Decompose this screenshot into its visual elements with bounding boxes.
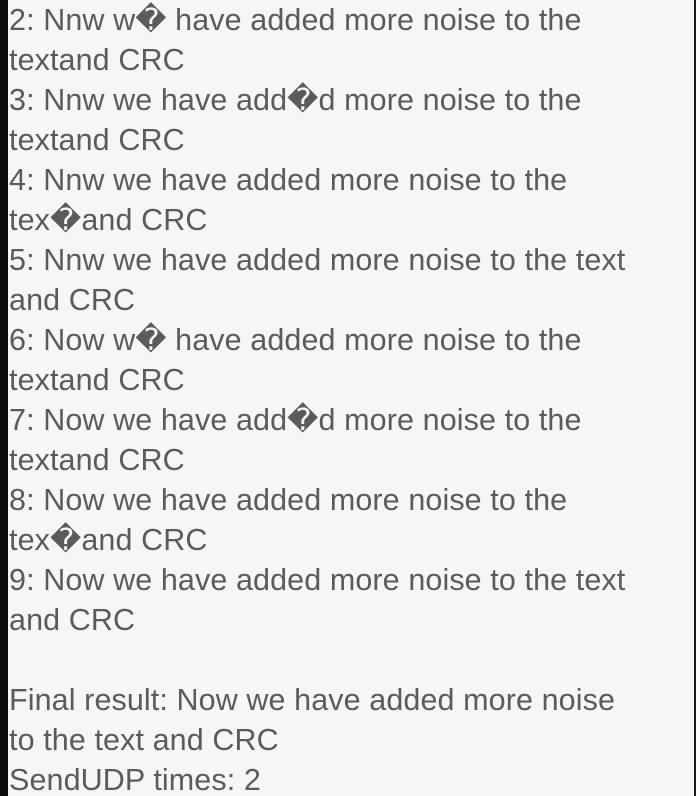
final-result-line: Final result: Now we have added more noi…: [9, 683, 616, 717]
log-line: 4: Nnw we have added more noise to the: [9, 163, 568, 197]
log-line: 3: Nnw we have add�d more noise to the: [9, 83, 582, 117]
log-line: tex�and CRC: [9, 203, 208, 237]
app-screen: 2: Nnw w� have added more noise to the t…: [0, 0, 696, 796]
log-line: 5: Nnw we have added more noise to the t…: [9, 243, 626, 277]
log-line: 8: Now we have added more noise to the: [9, 483, 568, 517]
log-line: textand CRC: [9, 123, 185, 157]
log-line: 6: Now w� have added more noise to the: [9, 323, 582, 357]
log-line: 7: Now we have add�d more noise to the: [9, 403, 582, 437]
screen-left-border: [0, 0, 8, 796]
send-udp-times: SendUDP times: 2: [9, 763, 261, 796]
output-log: 2: Nnw w� have added more noise to the t…: [9, 0, 693, 796]
log-line: tex�and CRC: [9, 523, 208, 557]
log-line: and CRC: [9, 283, 136, 317]
log-line: textand CRC: [9, 443, 185, 477]
log-line: textand CRC: [9, 363, 185, 397]
log-blank-line: [9, 640, 693, 680]
log-line: textand CRC: [9, 43, 185, 77]
final-result-line: to the text and CRC: [9, 723, 279, 757]
log-line: and CRC: [9, 603, 136, 637]
log-line: 9: Now we have added more noise to the t…: [9, 563, 626, 597]
log-line: 2: Nnw w� have added more noise to the: [9, 3, 582, 37]
